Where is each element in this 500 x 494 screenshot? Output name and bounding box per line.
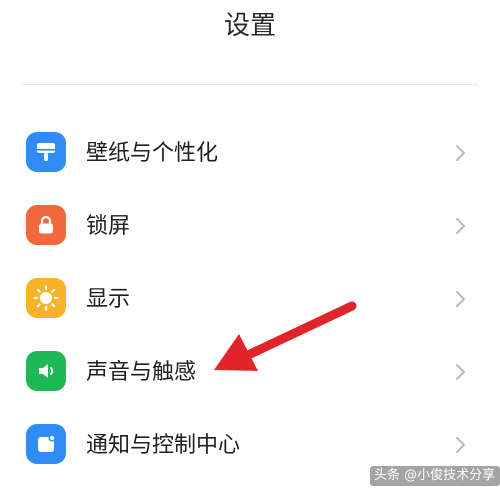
header-divider — [22, 84, 478, 85]
settings-item-sound-haptics[interactable]: 声音与触感 — [0, 336, 500, 409]
settings-item-label: 锁屏 — [86, 214, 131, 239]
notification-icon — [26, 424, 66, 464]
settings-item-display[interactable]: 显示 — [0, 263, 500, 336]
settings-list: 壁纸与个性化 锁屏 显示 声音与触感 通知与控制中心 — [0, 117, 500, 482]
wallpaper-brush-icon — [26, 132, 66, 172]
settings-item-label: 声音与触感 — [86, 360, 197, 385]
sun-brightness-icon — [26, 278, 66, 318]
settings-item-wallpaper[interactable]: 壁纸与个性化 — [0, 117, 500, 190]
chevron-right-icon — [456, 291, 465, 307]
chevron-right-icon — [456, 437, 465, 453]
settings-item-label: 显示 — [86, 287, 131, 312]
settings-item-lock-screen[interactable]: 锁屏 — [0, 190, 500, 263]
settings-item-label: 壁纸与个性化 — [86, 141, 219, 166]
chevron-right-icon — [456, 145, 465, 161]
chevron-right-icon — [456, 218, 465, 234]
speaker-icon — [26, 351, 66, 391]
page-title: 设置 — [223, 11, 276, 41]
settings-item-label: 通知与控制中心 — [86, 433, 241, 458]
watermark: 头条 @小俊技术分享 — [370, 466, 500, 486]
lock-icon — [26, 205, 66, 245]
settings-screen: 设置 壁纸与个性化 锁屏 显示 声音与触感 通知与控制中心 头条 @小俊技术分享 — [0, 0, 500, 494]
chevron-right-icon — [456, 364, 465, 380]
